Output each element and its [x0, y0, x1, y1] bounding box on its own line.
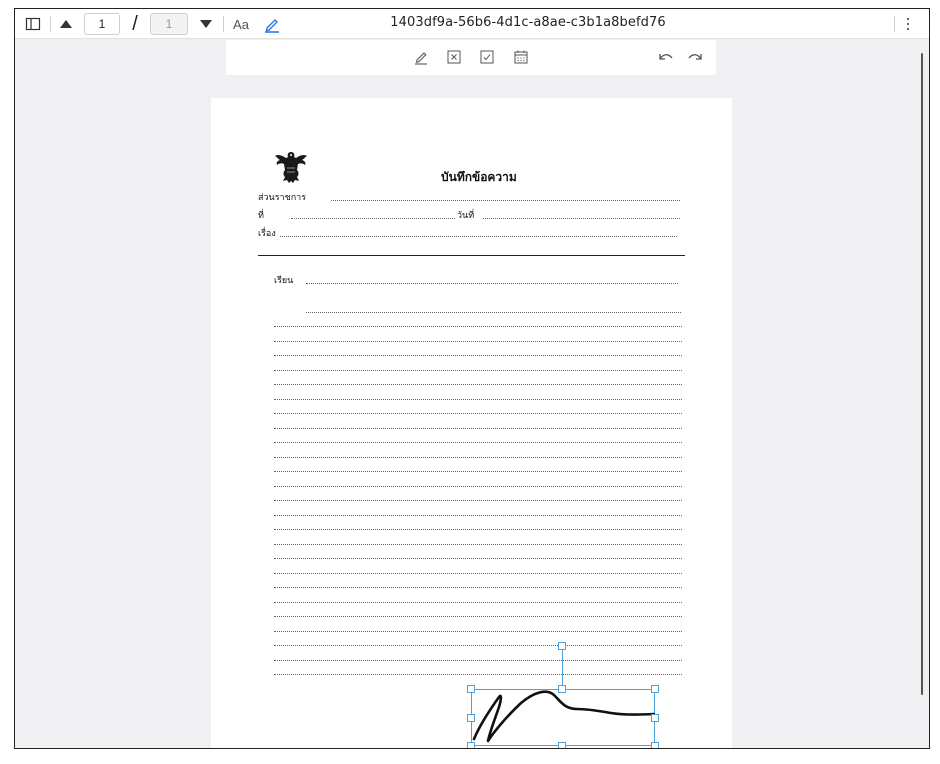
body-line [274, 631, 682, 632]
vertical-dots-icon[interactable] [902, 16, 914, 32]
body-line [274, 457, 682, 458]
reference-line [291, 218, 455, 219]
main-toolbar: 1 / 1 Aa 1403df9a-56b6-4d1c-a8ae-c3b1a8b… [15, 9, 929, 39]
check-box-icon[interactable] [479, 49, 495, 65]
resize-handle[interactable] [467, 685, 475, 693]
rotation-handle-stem [562, 646, 563, 689]
handwritten-signature [472, 690, 655, 743]
subject-label: เรื่อง [258, 229, 276, 239]
triangle-down-icon[interactable] [199, 17, 213, 31]
header-divider [258, 255, 685, 256]
department-line [331, 200, 680, 201]
body-line [274, 341, 682, 342]
page-number-input[interactable]: 1 [84, 13, 120, 35]
department-label: ส่วนราชการ [258, 193, 307, 203]
text-tool-button[interactable]: Aa [231, 15, 251, 33]
body-line [274, 616, 682, 617]
toolbar-divider [223, 16, 224, 32]
body-line [274, 370, 682, 371]
garuda-emblem-icon [273, 148, 309, 188]
body-line [274, 428, 682, 429]
salutation-line [306, 283, 678, 284]
pdf-viewer-window: 1 / 1 Aa 1403df9a-56b6-4d1c-a8ae-c3b1a8b… [14, 8, 930, 749]
resize-handle[interactable] [558, 685, 566, 693]
body-line [274, 587, 682, 588]
annotation-toolbar [226, 40, 716, 75]
subject-line [280, 236, 677, 237]
page-total-count: 1 [150, 13, 188, 35]
memo-title: บันทึกข้อความ [441, 170, 517, 184]
body-line [274, 573, 682, 574]
body-line [274, 515, 682, 516]
body-line [274, 413, 682, 414]
document-page: บันทึกข้อความ ส่วนราชการ ที่ วันที่ เรื่… [211, 98, 732, 748]
body-line [274, 602, 682, 603]
body-line [274, 355, 682, 356]
body-line [274, 500, 682, 501]
date-line [483, 218, 680, 219]
resize-handle[interactable] [467, 742, 475, 748]
page-separator: / [132, 12, 138, 35]
resize-handle[interactable] [651, 714, 659, 722]
sidebar-toggle-icon[interactable] [25, 16, 41, 32]
resize-handle[interactable] [651, 685, 659, 693]
body-line [274, 384, 682, 385]
body-line [274, 399, 682, 400]
salutation-label: เรียน [274, 276, 294, 286]
document-title: 1403df9a-56b6-4d1c-a8ae-c3b1a8befd76 [390, 15, 666, 30]
pencil-icon[interactable] [413, 49, 429, 65]
pen-icon[interactable] [263, 15, 281, 33]
toolbar-divider [894, 16, 895, 32]
undo-icon[interactable] [656, 49, 674, 65]
redo-icon[interactable] [687, 49, 705, 65]
date-label: วันที่ [457, 211, 475, 221]
calendar-icon[interactable] [512, 48, 530, 66]
signature-annotation[interactable] [461, 638, 671, 748]
body-line [306, 312, 681, 313]
body-line [274, 442, 682, 443]
body-line [274, 544, 682, 545]
resize-handle[interactable] [651, 742, 659, 748]
body-line [274, 326, 682, 327]
body-line [274, 529, 682, 530]
body-line [274, 486, 682, 487]
body-line [274, 558, 682, 559]
vertical-scrollbar[interactable] [921, 53, 923, 695]
resize-handle[interactable] [467, 714, 475, 722]
body-line [274, 471, 682, 472]
x-box-icon[interactable] [446, 49, 462, 65]
triangle-up-icon[interactable] [59, 17, 73, 31]
reference-label: ที่ [258, 211, 264, 221]
resize-handle[interactable] [558, 742, 566, 748]
rotation-handle[interactable] [558, 642, 566, 650]
toolbar-divider [50, 16, 51, 32]
